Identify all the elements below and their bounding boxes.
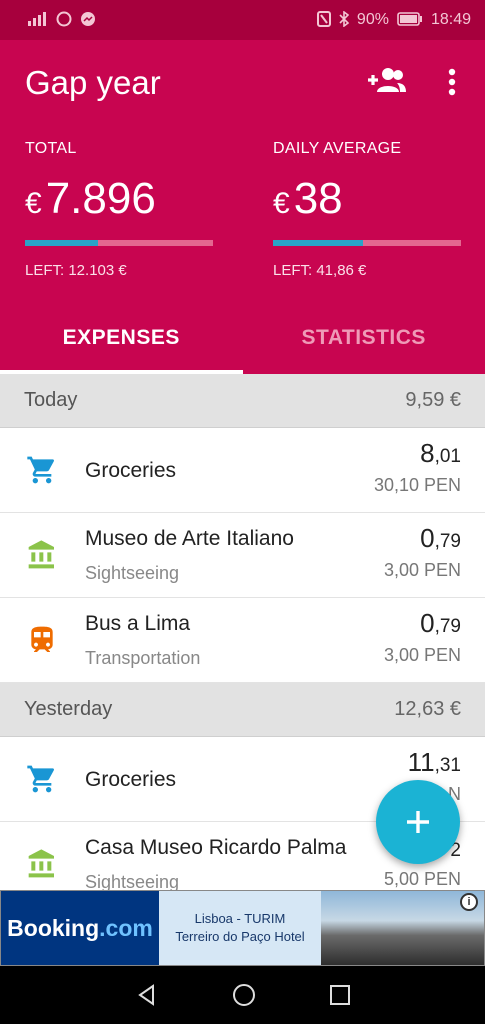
tab-bar: EXPENSES STATISTICS [0,320,485,374]
cart-icon [27,456,55,484]
expense-name: Groceries [85,458,177,482]
ad-line-1: Lisboa - TURIM [194,911,286,926]
more-options-button[interactable] [444,68,460,102]
battery-percent: 90% [356,11,389,28]
daily-average-label: DAILY AVERAGE [273,140,402,157]
bluetooth-icon [339,9,350,30]
booking-logo: Booking .com [1,891,159,965]
daily-average-stat: DAILY AVERAGE € 38 LEFT: 41,86 € [273,140,463,279]
daily-average-value: € 38 [273,174,463,224]
signal-icon [26,11,48,29]
list-item[interactable]: Museo de Arte Italiano Sightseeing 0,79 … [0,513,485,598]
expense-category: Sightseeing [85,872,180,890]
expense-name: Casa Museo Ricardo Palma [85,836,347,859]
nfc-icon [316,10,331,30]
page-title: Gap year [25,64,161,101]
tab-expenses[interactable]: EXPENSES [0,320,243,374]
total-progress-fill [25,240,99,246]
expense-amount: 0,79 [420,608,461,638]
day-total: 9,59 € [405,389,461,411]
tab-statistics[interactable]: STATISTICS [243,320,485,374]
day-header-today: Today 9,59 € [0,374,485,428]
daily-progress-fill [273,240,364,246]
battery-icon [397,11,423,29]
daily-currency: € [273,187,290,220]
day-label: Yesterday [24,698,113,720]
total-label: TOTAL [25,140,77,157]
daily-left: LEFT: 41,86 € [273,262,367,279]
total-progress-bar [25,240,213,246]
daily-amount: 38 [293,174,343,223]
day-total: 12,63 € [394,698,461,720]
train-icon [31,626,53,652]
home-icon[interactable] [231,982,257,1008]
plus-icon [407,811,429,833]
recents-icon[interactable] [329,984,351,1006]
expense-name: Bus a Lima [85,612,191,635]
add-expense-button[interactable] [376,780,460,864]
day-header-yesterday: Yesterday 12,63 € [0,683,485,737]
total-left: LEFT: 12.103 € [25,262,127,279]
expense-original-amount: 3,00 PEN [383,645,461,665]
ad-text: Lisboa - TURIM Terreiro do Paço Hotel [159,891,321,965]
expense-name: Museo de Arte Italiano [85,527,294,550]
museum-icon [28,849,54,878]
daily-progress-bar [273,240,461,246]
more-vert-icon [448,68,456,96]
system-navigation-bar [0,966,485,1024]
whatsapp-icon [56,11,72,30]
trip-summary-header: Gap year TOTAL € 7.896 LEFT: 12.103 € DA… [0,40,485,374]
expense-category: Transportation [85,648,201,668]
expense-original-amount: 5,00 PEN [383,869,461,889]
clock: 18:49 [430,11,471,28]
ad-info-icon[interactable]: i [460,893,478,911]
ad-banner[interactable]: Booking .com Lisboa - TURIM Terreiro do P… [0,890,485,966]
messenger-icon [80,11,96,30]
museum-icon [28,540,54,569]
total-currency: € [25,187,42,220]
add-user-button[interactable] [366,66,406,100]
total-stat: TOTAL € 7.896 LEFT: 12.103 € [25,140,215,279]
expense-category: Sightseeing [85,563,180,583]
expense-amount: 11,31 [407,747,461,777]
total-amount: 7.896 [45,174,156,223]
add-user-icon [368,68,406,92]
ad-hotel-image: i [321,891,484,965]
day-label: Today [24,389,78,411]
ad-line-2: Terreiro do Paço Hotel [175,929,305,944]
total-value: € 7.896 [25,174,215,224]
list-item[interactable]: Groceries 8,01 30,10 PEN [0,428,485,513]
expense-amount: 8,01 [420,438,461,468]
list-item[interactable]: Bus a Lima Transportation 0,79 3,00 PEN [0,598,485,683]
status-bar: 90% 18:49 [0,0,485,40]
expense-original-amount: 3,00 PEN [383,560,461,580]
expense-original-amount: 30,10 PEN [373,475,461,495]
back-icon[interactable] [135,983,159,1007]
expense-name: Groceries [85,767,177,791]
cart-icon [27,765,55,793]
expense-amount: 0,79 [420,523,461,553]
